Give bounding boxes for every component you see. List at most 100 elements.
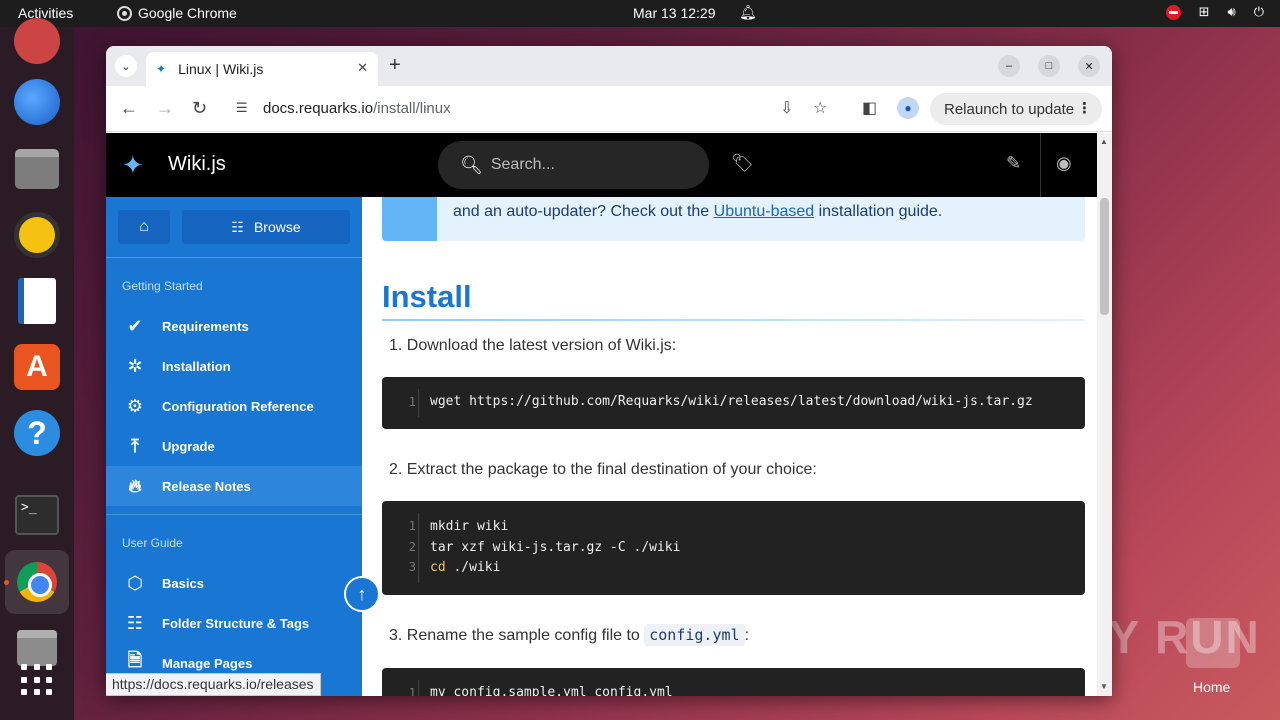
relaunch-button[interactable]: Relaunch to update ⋮ [930,93,1102,125]
scroll-up-arrow[interactable]: ▲ [1100,137,1108,146]
search-box[interactable]: 🔍︎ [438,141,709,189]
sidebar-item-folder-structure[interactable]: ☷ Folder Structure & Tags [106,603,362,643]
clock[interactable]: Mar 13 12:29 [633,5,716,21]
dock-chrome[interactable] [5,550,69,614]
minimize-button[interactable]: – [998,55,1020,77]
new-tab-button[interactable]: + [389,54,401,77]
line-number: 1 [408,395,416,409]
sidebar-item-release-notes[interactable]: 🔥︎ Release Notes [106,466,362,506]
sidebar-item-label: Installation [162,358,231,374]
sidebar-divider [106,514,362,515]
scrollbar-thumb[interactable] [1100,198,1109,315]
wikijs-favicon-icon: ✦ [156,62,167,76]
wikijs-logo-icon[interactable]: ✦ [122,151,154,179]
system-tray[interactable]: ⊞ 🔊︎ ⏻ [1165,4,1264,20]
browse-button[interactable]: ☷ Browse [182,210,350,244]
dock-firefox[interactable] [13,17,61,65]
alert-text-after: installation guide. [814,203,943,220]
code-block-2[interactable]: 1 2 3 mkdir wiki tar xzf wiki-js.tar.gz … [382,501,1085,595]
alert-text: and an auto-updater? Check out the Ubunt… [453,203,942,221]
dock-rhythmbox[interactable] [13,211,61,259]
home-label: Home [1193,679,1231,695]
alert-text-before: and an auto-updater? Check out the [453,203,714,220]
search-icon: 🔍︎ [460,154,483,175]
url-path: /install/linux [373,100,451,117]
tags-icon[interactable]: 🏷︎ [731,153,754,174]
relaunch-label: Relaunch to update [944,100,1075,118]
profile-avatar[interactable]: ● [897,97,919,119]
sidebar-divider [106,257,362,258]
forward-button[interactable]: → [156,98,174,119]
step-3: 3. Rename the sample config file to conf… [389,624,750,646]
new-page-icon[interactable]: ✎ [1006,153,1021,174]
chrome-window: ⌄ ✦ Linux | Wiki.js ✕ + – □ ✕ ← → ↻ ☰ do… [106,46,1112,696]
step-1: 1. Download the latest version of Wiki.j… [389,337,677,354]
main-content: and an auto-updater? Check out the Ubunt… [362,197,1097,696]
bell-icon: 🔔︎ [739,4,757,20]
address-bar[interactable]: docs.requarks.io/install/linux [263,100,451,117]
more-menu-icon[interactable]: ⋮ [1077,99,1092,117]
sidebar-item-label: Upgrade [162,438,215,454]
header-divider [1040,133,1041,197]
code-block-3[interactable]: 1 mv config.sample.yml config.yml [382,668,1085,696]
code-line: tar xzf wiki-js.tar.gz -C ./wiki [430,540,681,555]
close-window-button[interactable]: ✕ [1078,55,1100,77]
step-3-suffix: : [744,627,750,644]
search-input[interactable] [490,156,691,174]
sidebar-item-label: Release Notes [162,478,251,494]
sidebar-item-requirements[interactable]: ✔ Requirements [106,306,362,346]
account-icon[interactable]: ◉ [1056,153,1072,174]
step-2: 2. Extract the package to the final dest… [389,461,817,478]
code-block-1[interactable]: 1 wget https://github.com/Requarks/wiki/… [382,377,1085,429]
close-tab-icon[interactable]: ✕ [357,60,368,76]
tab-active[interactable]: ✦ Linux | Wiki.js ✕ [146,52,378,86]
thunderbird-icon [14,79,60,125]
browse-label: Browse [253,219,301,235]
chrome-icon [17,562,57,602]
app-menu[interactable]: Google Chrome [117,5,237,21]
grid-icon [21,664,53,696]
home-folder-icon[interactable] [1186,618,1240,668]
sidebar-item-label: Basics [162,575,204,591]
tab-search-button[interactable]: ⌄ [115,55,137,77]
side-panel-icon[interactable]: ◧ [862,98,877,118]
sidebar-item-basics[interactable]: ⬡ Basics [106,563,362,603]
code-line: mkdir wiki [430,519,509,534]
code-line: mv config.sample.yml config.yml [430,685,673,696]
inline-code: config.yml [644,624,745,646]
site-title[interactable]: Wiki.js [168,153,226,176]
install-app-icon[interactable]: ⇩ [780,98,793,118]
maximize-button[interactable]: □ [1038,55,1060,77]
bookmark-star-icon[interactable]: ☆ [813,98,827,118]
sidebar-item-upgrade[interactable]: ⤒ Upgrade [106,426,362,466]
alert-bar [382,197,437,241]
web-page: ✦ Wiki.js 🔍︎ 🏷︎ ✎ ◉ ⌂ ☷ Browse Getting S… [106,133,1112,696]
sidebar-item-label: Requirements [162,318,249,334]
sidebar-item-installation[interactable]: ✲ Installation [106,346,362,386]
dock-terminal[interactable]: >_ [13,491,61,539]
tab-title: Linux | Wiki.js [178,61,264,77]
sidebar-item-configuration-reference[interactable]: ⚙ Configuration Reference [106,386,362,426]
tree-icon: ☷ [231,218,244,235]
app-center-icon: A [14,344,60,390]
ubuntu-based-link[interactable]: Ubuntu-based [714,203,815,220]
cube-icon: ⬡ [127,572,143,593]
dock-thunderbird[interactable] [13,78,61,126]
dock-help[interactable]: ? [13,409,61,457]
info-alert: and an auto-updater? Check out the Ubunt… [382,197,1085,241]
network-icon: ⊞ [1198,4,1210,19]
home-button[interactable]: ⌂ [118,210,170,244]
tree-icon: ☷ [126,612,144,633]
dock-files[interactable] [13,145,61,193]
stop-icon[interactable] [1165,4,1181,20]
line-number: 3 [408,560,416,574]
show-apps-button[interactable] [13,656,61,704]
dock-app-center[interactable]: A [13,343,61,391]
reload-button[interactable]: ↻ [192,98,207,119]
page-scrollbar[interactable]: ▲ ▼ [1097,133,1112,696]
back-button[interactable]: ← [120,98,138,119]
scroll-down-arrow[interactable]: ▼ [1100,682,1108,691]
line-number: 1 [408,686,416,696]
site-info-icon[interactable]: ☰ [236,100,248,116]
dock-writer[interactable] [13,277,61,325]
